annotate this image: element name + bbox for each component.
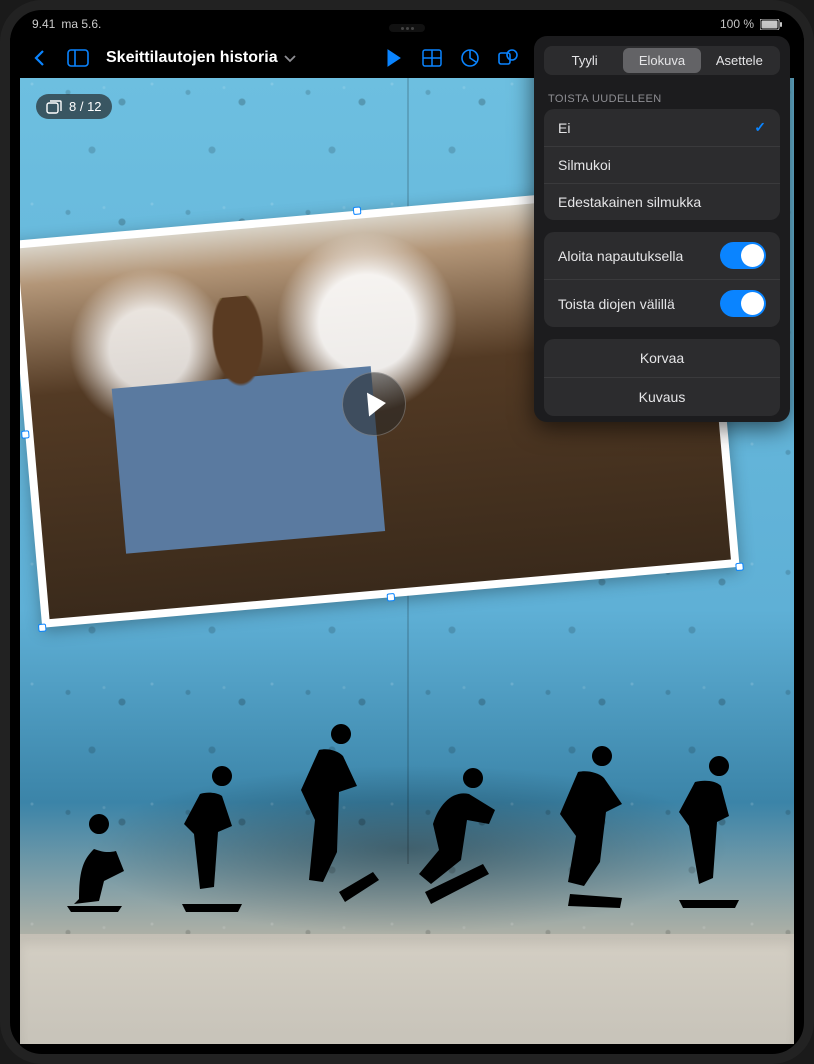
checkmark-icon: ✓ — [754, 119, 766, 136]
selection-handle[interactable] — [21, 430, 30, 439]
slide-counter[interactable]: 8 / 12 — [36, 94, 112, 119]
selection-handle[interactable] — [387, 593, 396, 602]
battery-icon — [760, 19, 782, 30]
repeat-option-bounce[interactable]: Edestakainen silmukka — [544, 184, 780, 220]
toggle-switch[interactable] — [720, 290, 766, 317]
actions-list: Korvaa Kuvaus — [544, 339, 780, 416]
tab-style[interactable]: Tyyli — [546, 48, 623, 73]
skater-4 — [409, 764, 519, 914]
document-title[interactable]: Skeittilautojen historia — [106, 49, 296, 67]
selection-handle[interactable] — [353, 206, 362, 215]
back-button[interactable] — [24, 44, 56, 72]
skater-5 — [542, 744, 642, 914]
skater-silhouettes — [59, 704, 756, 914]
selection-handle[interactable] — [38, 623, 47, 632]
insert-chart-icon[interactable] — [454, 44, 486, 72]
skater-1 — [59, 804, 149, 914]
toggles-list: Aloita napautuksella Toista diojen välil… — [544, 232, 780, 327]
insert-table-icon[interactable] — [416, 44, 448, 72]
insert-shape-icon[interactable] — [492, 44, 524, 72]
repeat-options-list: Ei ✓ Silmukoi Edestakainen silmukka — [544, 109, 780, 220]
tab-arrange[interactable]: Asettele — [701, 48, 778, 73]
popover-tabs: Tyyli Elokuva Asettele — [544, 46, 780, 75]
multitask-pill[interactable] — [389, 24, 425, 32]
sidebar-toggle-icon[interactable] — [62, 44, 94, 72]
person-photo — [105, 285, 389, 597]
skater-3 — [285, 724, 385, 914]
chevron-down-icon — [284, 54, 296, 63]
status-time: 9.41 — [32, 17, 55, 31]
skater-2 — [172, 764, 262, 914]
toggle-switch[interactable] — [720, 242, 766, 269]
skater-6 — [665, 754, 755, 914]
slides-icon — [46, 100, 62, 114]
ground-surface — [20, 934, 794, 1044]
selection-handle[interactable] — [735, 562, 744, 571]
repeat-option-none[interactable]: Ei ✓ — [544, 109, 780, 147]
play-slideshow-icon[interactable] — [378, 44, 410, 72]
repeat-option-loop[interactable]: Silmukoi — [544, 147, 780, 184]
repeat-section-label: TOISTA UUDELLEEN — [534, 85, 790, 109]
tab-movie[interactable]: Elokuva — [623, 48, 700, 73]
toggle-play-across-slides[interactable]: Toista diojen välillä — [544, 280, 780, 327]
toggle-start-on-tap[interactable]: Aloita napautuksella — [544, 232, 780, 280]
battery-percent: 100 % — [720, 17, 754, 31]
replace-button[interactable]: Korvaa — [544, 339, 780, 378]
status-date: ma 5.6. — [61, 17, 101, 31]
description-button[interactable]: Kuvaus — [544, 378, 780, 416]
format-popover: Tyyli Elokuva Asettele TOISTA UUDELLEEN … — [534, 36, 790, 422]
